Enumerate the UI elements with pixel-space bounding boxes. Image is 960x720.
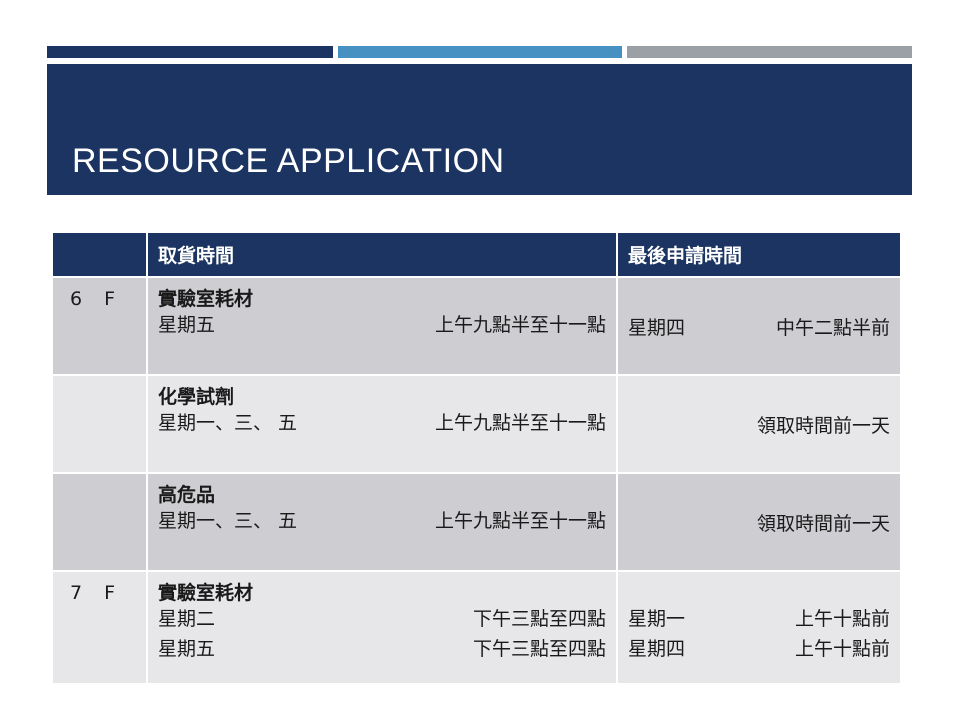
deadline-line: 星期四 中午二點半前 (628, 314, 890, 344)
pickup-time: 上午九點半至十一點 (434, 510, 606, 532)
pickup-time: 下午三點至四點 (472, 638, 606, 660)
pickup-line: 星期一、三、 五 上午九點半至十一點 (158, 507, 606, 537)
table-row: 高危品 星期一、三、 五 上午九點半至十一點 領取時間前一天 (53, 472, 900, 571)
category-title: 化學試劑 (158, 386, 235, 408)
deadline-text: 領取時間前一天 (756, 415, 890, 437)
pickup-line: 星期五 上午九點半至十一點 (158, 311, 606, 341)
deadline-cell: 星期四 中午二點半前 (617, 276, 900, 375)
deadline-day: 星期四 (628, 638, 686, 660)
slide-title: RESOURCE APPLICATION (72, 142, 505, 180)
deadline-cell: 領取時間前一天 (617, 374, 900, 473)
table-row: 7 F 實驗室耗材 星期二 下午三點至四點 星期五 下午三點至四點 星期一 上午… (53, 570, 900, 683)
pickup-line: 星期二 下午三點至四點 (158, 605, 606, 635)
deadline-line: 星期一 上午十點前 (628, 605, 890, 635)
pickup-day: 星期五 (158, 314, 216, 336)
pickup-line: 星期五 下午三點至四點 (158, 635, 606, 665)
header-deadline: 最後申請時間 (617, 233, 900, 277)
schedule-table: 取貨時間 最後申請時間 6 F 實驗室耗材 星期五 上午九點半至十一點 星期四 (53, 233, 900, 683)
category-title: 實驗室耗材 (158, 582, 254, 604)
header-floor (53, 233, 148, 277)
deadline-time: 上午十點前 (794, 608, 890, 630)
accent-bar-navy (47, 46, 333, 58)
category-title: 高危品 (158, 484, 216, 506)
deadline-cell: 領取時間前一天 (617, 472, 900, 571)
category-title: 實驗室耗材 (158, 288, 254, 310)
accent-bar-gray (627, 46, 912, 58)
floor-cell (53, 374, 148, 473)
pickup-cell: 高危品 星期一、三、 五 上午九點半至十一點 (147, 472, 618, 571)
table-row: 6 F 實驗室耗材 星期五 上午九點半至十一點 星期四 中午二點半前 (53, 276, 900, 375)
pickup-day: 星期五 (158, 638, 216, 660)
title-banner: RESOURCE APPLICATION (47, 64, 912, 195)
deadline-text: 領取時間前一天 (756, 513, 890, 535)
table-header-row: 取貨時間 最後申請時間 (53, 233, 900, 277)
deadline-cell: 星期一 上午十點前 星期四 上午十點前 (617, 570, 900, 683)
header-pickup-time: 取貨時間 (147, 233, 618, 277)
pickup-time: 下午三點至四點 (472, 608, 606, 630)
floor-label (63, 376, 136, 386)
pickup-day: 星期一、三、 五 (158, 510, 298, 532)
floor-cell: 6 F (53, 276, 148, 375)
pickup-time: 上午九點半至十一點 (434, 412, 606, 434)
deadline-day: 星期四 (628, 317, 686, 339)
pickup-time: 上午九點半至十一點 (434, 314, 606, 336)
table-row: 化學試劑 星期一、三、 五 上午九點半至十一點 領取時間前一天 (53, 374, 900, 473)
floor-cell (53, 472, 148, 571)
deadline-day: 星期一 (628, 608, 686, 630)
floor-label (63, 474, 136, 484)
floor-label: 7 F (70, 582, 124, 604)
pickup-line: 星期一、三、 五 上午九點半至十一點 (158, 409, 606, 439)
floor-cell: 7 F (53, 570, 148, 683)
deadline-line: 星期四 上午十點前 (628, 635, 890, 665)
deadline-time: 中午二點半前 (775, 317, 890, 339)
accent-bar-blue (338, 46, 622, 58)
pickup-cell: 實驗室耗材 星期五 上午九點半至十一點 (147, 276, 618, 375)
pickup-day: 星期二 (158, 608, 216, 630)
floor-label: 6 F (70, 288, 124, 310)
pickup-cell: 化學試劑 星期一、三、 五 上午九點半至十一點 (147, 374, 618, 473)
pickup-cell: 實驗室耗材 星期二 下午三點至四點 星期五 下午三點至四點 (147, 570, 618, 683)
deadline-time: 上午十點前 (794, 638, 890, 660)
pickup-day: 星期一、三、 五 (158, 412, 298, 434)
